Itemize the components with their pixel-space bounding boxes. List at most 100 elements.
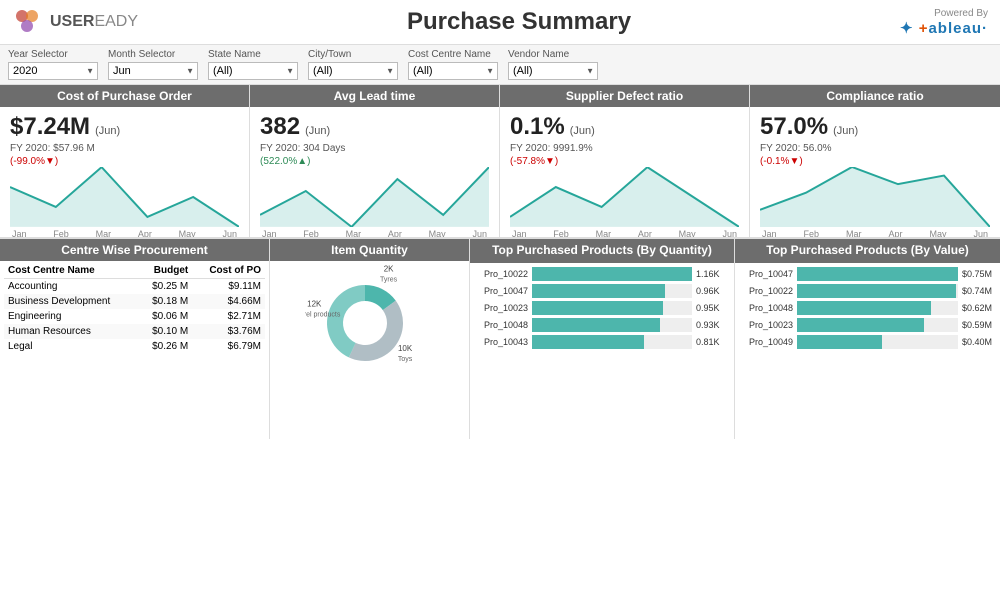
cwp-cell: $9.11M (192, 279, 265, 295)
product-val-4: $0.40M (962, 337, 994, 347)
filter-select-2[interactable]: (All) (208, 62, 298, 80)
filter-select-wrap-2[interactable]: (All) (208, 62, 298, 80)
filter-label-5: Vendor Name (508, 49, 598, 60)
axis-label: May (179, 229, 196, 237)
kpi-period-3: (Jun) (830, 125, 858, 137)
product-bar-2 (532, 301, 663, 315)
filter-select-wrap-3[interactable]: (All) (308, 62, 398, 80)
donut-label-1: 10K (397, 344, 412, 353)
axis-label: Feb (804, 229, 820, 237)
product-val-3: 0.93K (696, 320, 728, 330)
top-val-header: Top Purchased Products (By Value) (735, 239, 1000, 263)
axis-label: Apr (388, 229, 402, 237)
cwp-col-header: Budget (138, 263, 192, 279)
product-label-0: Pro_10022 (476, 269, 528, 279)
top-val-products: Pro_10047 $0.75M Pro_10022 $0.74M Pro_10… (735, 263, 1000, 418)
cwp-cell: $2.71M (192, 309, 265, 324)
product-val-2: 0.95K (696, 303, 728, 313)
filter-select-wrap-1[interactable]: Jun (108, 62, 198, 80)
filter-select-3[interactable]: (All) (308, 62, 398, 80)
tableau-badge: Powered By ✦ +ableau· (900, 8, 988, 37)
cwp-col-header: Cost Centre Name (4, 263, 138, 279)
axis-label: May (429, 229, 446, 237)
sparkline-svg-0 (10, 167, 239, 227)
sparkline-axis-1: JanFebMarAprMayJun (260, 229, 489, 237)
cwp-cell: $0.18 M (138, 294, 192, 309)
product-bar-0 (532, 267, 692, 281)
kpi-header-2: Supplier Defect ratio (500, 85, 749, 107)
filter-select-4[interactable]: (All) (408, 62, 498, 80)
centre-wise-header: Centre Wise Procurement (0, 239, 269, 261)
filter-group-2: State Name (All) (208, 49, 298, 80)
cwp-cell: $0.26 M (138, 339, 192, 354)
axis-label: Jan (12, 229, 27, 237)
kpi-period-0: (Jun) (92, 125, 120, 137)
filter-select-wrap-4[interactable]: (All) (408, 62, 498, 80)
bottom-section: Centre Wise Procurement Cost Centre Name… (0, 239, 1000, 439)
product-val-4: 0.81K (696, 337, 728, 347)
product-bar-wrap-2 (532, 301, 692, 315)
kpi-value-row-0: $7.24M (Jun) (10, 113, 239, 141)
sparkline-2: JanFebMarAprMayJun (510, 167, 739, 237)
centre-wise-card: Centre Wise Procurement Cost Centre Name… (0, 239, 270, 439)
axis-label: May (679, 229, 696, 237)
filter-select-wrap-0[interactable]: 2020 (8, 62, 98, 80)
product-row-0: Pro_10047 $0.75M (741, 267, 994, 281)
filter-group-3: City/Town (All) (308, 49, 398, 80)
axis-label: Jun (722, 229, 737, 237)
cwp-row: Human Resources$0.10 M$3.76M (4, 324, 265, 339)
filter-select-wrap-5[interactable]: (All) (508, 62, 598, 80)
axis-label: Jun (472, 229, 487, 237)
product-val-1: 0.96K (696, 286, 728, 296)
product-bar-1 (532, 284, 665, 298)
axis-label: Mar (596, 229, 612, 237)
kpi-header-1: Avg Lead time (250, 85, 499, 107)
page-title: Purchase Summary (407, 8, 631, 36)
kpi-value-row-1: 382 (Jun) (260, 113, 489, 141)
top-val-card: Top Purchased Products (By Value) Pro_10… (735, 239, 1000, 439)
kpi-sub1-0: FY 2020: $57.96 M (10, 143, 239, 154)
cwp-row: Business Development$0.18 M$4.66M (4, 294, 265, 309)
filter-select-5[interactable]: (All) (508, 62, 598, 80)
product-bar-wrap-4 (532, 335, 692, 349)
product-bar-wrap-0 (532, 267, 692, 281)
axis-label: Apr (638, 229, 652, 237)
product-label-1: Pro_10022 (741, 286, 793, 296)
kpi-sub2-3: (-0.1%▼) (760, 156, 990, 167)
cwp-cell: $0.10 M (138, 324, 192, 339)
cwp-cell: $3.76M (192, 324, 265, 339)
sparkline-axis-2: JanFebMarAprMayJun (510, 229, 739, 237)
page-header: USEREADY Purchase Summary Powered By ✦ +… (0, 0, 1000, 45)
product-bar-4 (532, 335, 644, 349)
filter-label-2: State Name (208, 49, 298, 60)
donut-sublabel-1: Toys (397, 356, 412, 363)
kpi-value-0: $7.24M (10, 113, 90, 141)
product-bar-3 (797, 318, 924, 332)
sparkline-svg-1 (260, 167, 489, 227)
product-row-2: Pro_10023 0.95K (476, 301, 728, 315)
kpi-value-row-3: 57.0% (Jun) (760, 113, 990, 141)
product-val-1: $0.74M (962, 286, 994, 296)
filter-group-0: Year Selector2020 (8, 49, 98, 80)
cwp-cell: Business Development (4, 294, 138, 309)
kpi-value-1: 382 (260, 113, 300, 141)
filter-select-0[interactable]: 2020 (8, 62, 98, 80)
sparkline-svg-2 (510, 167, 739, 227)
kpi-sub1-3: FY 2020: 56.0% (760, 143, 990, 154)
cwp-cell: Legal (4, 339, 138, 354)
product-label-2: Pro_10048 (741, 303, 793, 313)
kpi-header-0: Cost of Purchase Order (0, 85, 249, 107)
kpi-value-row-2: 0.1% (Jun) (510, 113, 739, 141)
filter-select-1[interactable]: Jun (108, 62, 198, 80)
product-row-3: Pro_10023 $0.59M (741, 318, 994, 332)
product-bar-wrap-3 (797, 318, 958, 332)
kpi-value-3: 57.0% (760, 113, 828, 141)
filter-group-1: Month SelectorJun (108, 49, 198, 80)
item-quantity-header: Item Quantity (270, 239, 469, 261)
filter-label-3: City/Town (308, 49, 398, 60)
centre-wise-table-wrap: Cost Centre NameBudgetCost of POAccounti… (0, 261, 269, 356)
donut-sublabel-0: Tyres (380, 277, 398, 284)
kpi-card-3: Compliance ratio57.0% (Jun)FY 2020: 56.0… (750, 85, 1000, 237)
axis-label: Feb (553, 229, 569, 237)
axis-label: Jan (262, 229, 277, 237)
